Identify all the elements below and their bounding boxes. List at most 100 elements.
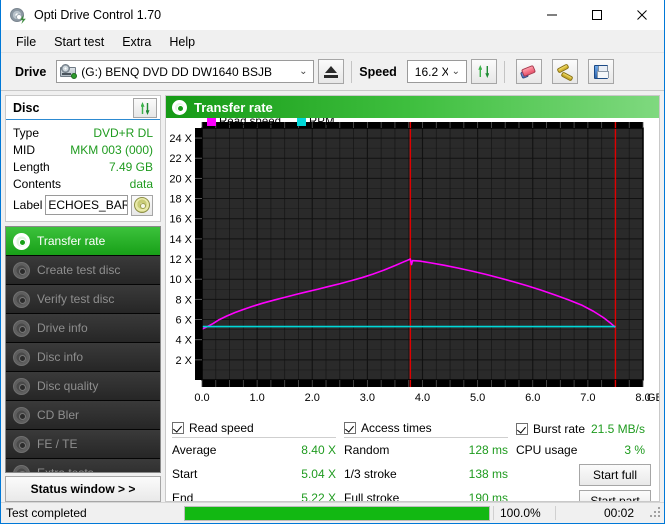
sidebar-item-label-create-test-disc: Create test disc <box>37 263 120 277</box>
speed-select[interactable]: 16.2 X ⌄ <box>407 60 467 83</box>
sidebar-item-fe-te[interactable]: FE / TE <box>6 430 160 459</box>
sidebar-item-disc-quality[interactable]: Disc quality <box>6 372 160 401</box>
status-bar: Test completed 100.0% 00:02 <box>1 502 664 523</box>
eject-button[interactable] <box>318 59 344 84</box>
stat-value-end: 5.22 X <box>193 491 336 502</box>
menu-item-file[interactable]: File <box>7 33 45 51</box>
right-column: Transfer rate 2 X4 X6 X8 X10 X12 X14 X16… <box>165 95 660 502</box>
svg-text:1.0: 1.0 <box>249 392 264 404</box>
disc-icon-fe-te <box>13 436 30 453</box>
window-title: Opti Drive Control 1.70 <box>34 8 529 22</box>
read-speed-header[interactable]: Read speed <box>172 420 336 438</box>
refresh-speed-button[interactable] <box>471 59 497 84</box>
svg-text:RPM: RPM <box>309 118 335 128</box>
close-icon[interactable] <box>619 0 664 31</box>
svg-text:0.0: 0.0 <box>194 392 209 404</box>
disc-row-type-key: Type <box>13 126 39 140</box>
stat-row-average: Average 8.40 X <box>172 438 344 462</box>
stat-value-start: 5.04 X <box>197 467 336 481</box>
progress-bar-fill <box>185 507 489 520</box>
svg-text:24 X: 24 X <box>169 133 192 145</box>
elapsed-time: 00:02 <box>555 506 650 520</box>
speed-label: Speed <box>359 65 397 79</box>
svg-text:GB: GB <box>647 392 660 404</box>
start-part-button[interactable]: Start part <box>579 490 651 502</box>
sidebar-item-cd-bler[interactable]: CD Bler <box>6 401 160 430</box>
erase-button[interactable] <box>516 59 542 84</box>
access-times-checkbox[interactable] <box>344 422 356 434</box>
stat-key-full-stroke: Full stroke <box>344 491 399 502</box>
disc-icon-panel <box>172 100 187 115</box>
save-button[interactable] <box>588 59 614 84</box>
disc-icon-drive-info <box>13 320 30 337</box>
svg-text:20 X: 20 X <box>169 173 192 185</box>
chevron-down-icon: ⌄ <box>295 66 311 77</box>
disc-row-contents-value: data <box>61 177 153 191</box>
sidebar-item-verify-test-disc[interactable]: Verify test disc <box>6 285 160 314</box>
burst-rate-header[interactable]: Burst rate 21.5 MB/s <box>516 420 645 438</box>
start-full-button[interactable]: Start full <box>579 464 651 486</box>
disc-info-rows: Type DVD+R DL MID MKM 003 (000) Length 7… <box>6 120 160 221</box>
stat-row-third-stroke: 1/3 stroke 138 ms <box>344 462 516 486</box>
disc-row-type-value: DVD+R DL <box>39 126 153 140</box>
page-title: Transfer rate <box>194 100 273 115</box>
disc-refresh-button[interactable] <box>133 98 157 118</box>
left-column: Disc Type DVD+R DL MID MKM 003 (000) <box>5 95 161 502</box>
disc-label-button[interactable] <box>131 195 153 216</box>
menu-item-start-test[interactable]: Start test <box>45 33 113 51</box>
tools-button[interactable] <box>552 59 578 84</box>
transfer-rate-plot: 2 X4 X6 X8 X10 X12 X14 X16 X18 X20 X22 X… <box>166 118 660 415</box>
transfer-rate-panel-header: Transfer rate <box>166 96 659 118</box>
eraser-icon <box>521 65 537 79</box>
disc-panel-header: Disc <box>6 96 160 120</box>
refresh-arrows-icon-disc <box>139 101 152 114</box>
svg-text:4.0: 4.0 <box>415 392 430 404</box>
burst-rate-checkbox[interactable] <box>516 423 528 435</box>
disc-label-input[interactable]: ECHOES_BARE <box>45 195 128 215</box>
disc-label-row: Label ECHOES_BARE <box>13 194 153 216</box>
stat-value-cpu-usage: 3 % <box>577 443 645 457</box>
speed-select-value: 16.2 X <box>415 65 448 79</box>
transfer-rate-chart: 2 X4 X6 X8 X10 X12 X14 X16 X18 X20 X22 X… <box>166 118 659 415</box>
disc-row-contents-key: Contents <box>13 177 61 191</box>
toolbar: Drive (G:) BENQ DVD DD DW1640 BSJB ⌄ Spe… <box>1 53 664 91</box>
svg-text:12 X: 12 X <box>169 254 192 266</box>
disc-icon-create-test-disc <box>13 262 30 279</box>
test-nav-list: Transfer rate Create test disc Verify te… <box>5 226 161 473</box>
sidebar-item-label-cd-bler: CD Bler <box>37 408 79 422</box>
stat-value-random: 128 ms <box>389 443 508 457</box>
sidebar-item-transfer-rate[interactable]: Transfer rate <box>6 227 160 256</box>
sidebar-item-disc-info[interactable]: Disc info <box>6 343 160 372</box>
menu-item-extra[interactable]: Extra <box>113 33 160 51</box>
minimize-icon[interactable] <box>529 0 574 31</box>
svg-text:3.0: 3.0 <box>360 392 375 404</box>
disc-row-length-key: Length <box>13 160 50 174</box>
svg-text:6 X: 6 X <box>175 315 192 327</box>
disc-row-mid-value: MKM 003 (000) <box>35 143 153 157</box>
drive-select[interactable]: (G:) BENQ DVD DD DW1640 BSJB ⌄ <box>56 60 314 83</box>
progress-bar <box>184 506 490 521</box>
sidebar-item-extra-tests[interactable]: Extra tests <box>6 459 160 473</box>
sidebar-item-label-drive-info: Drive info <box>37 321 88 335</box>
access-times-header[interactable]: Access times <box>344 420 508 438</box>
stat-row-cpu-usage: CPU usage 3 % <box>516 438 653 462</box>
disc-icon-verify-test-disc <box>13 291 30 308</box>
svg-text:14 X: 14 X <box>169 234 192 246</box>
sidebar-item-label-verify-test-disc: Verify test disc <box>37 292 114 306</box>
action-buttons: Start full Start part <box>579 464 651 502</box>
maximize-icon[interactable] <box>574 0 619 31</box>
disc-panel-title: Disc <box>13 101 133 115</box>
read-speed-checkbox[interactable] <box>172 422 184 434</box>
burst-rate-value: 21.5 MB/s <box>585 422 645 436</box>
svg-text:7.0: 7.0 <box>580 392 595 404</box>
menu-item-help[interactable]: Help <box>160 33 204 51</box>
sidebar-item-create-test-disc[interactable]: Create test disc <box>6 256 160 285</box>
disc-icon-transfer-rate <box>13 233 30 250</box>
wrench-icon <box>557 65 573 79</box>
optical-drive-icon <box>60 64 77 79</box>
menu-bar: File Start test Extra Help <box>1 31 664 53</box>
sidebar-item-label-fe-te: FE / TE <box>37 437 77 451</box>
status-window-button[interactable]: Status window > > <box>5 476 161 502</box>
resize-grip-icon[interactable] <box>650 507 662 519</box>
sidebar-item-drive-info[interactable]: Drive info <box>6 314 160 343</box>
